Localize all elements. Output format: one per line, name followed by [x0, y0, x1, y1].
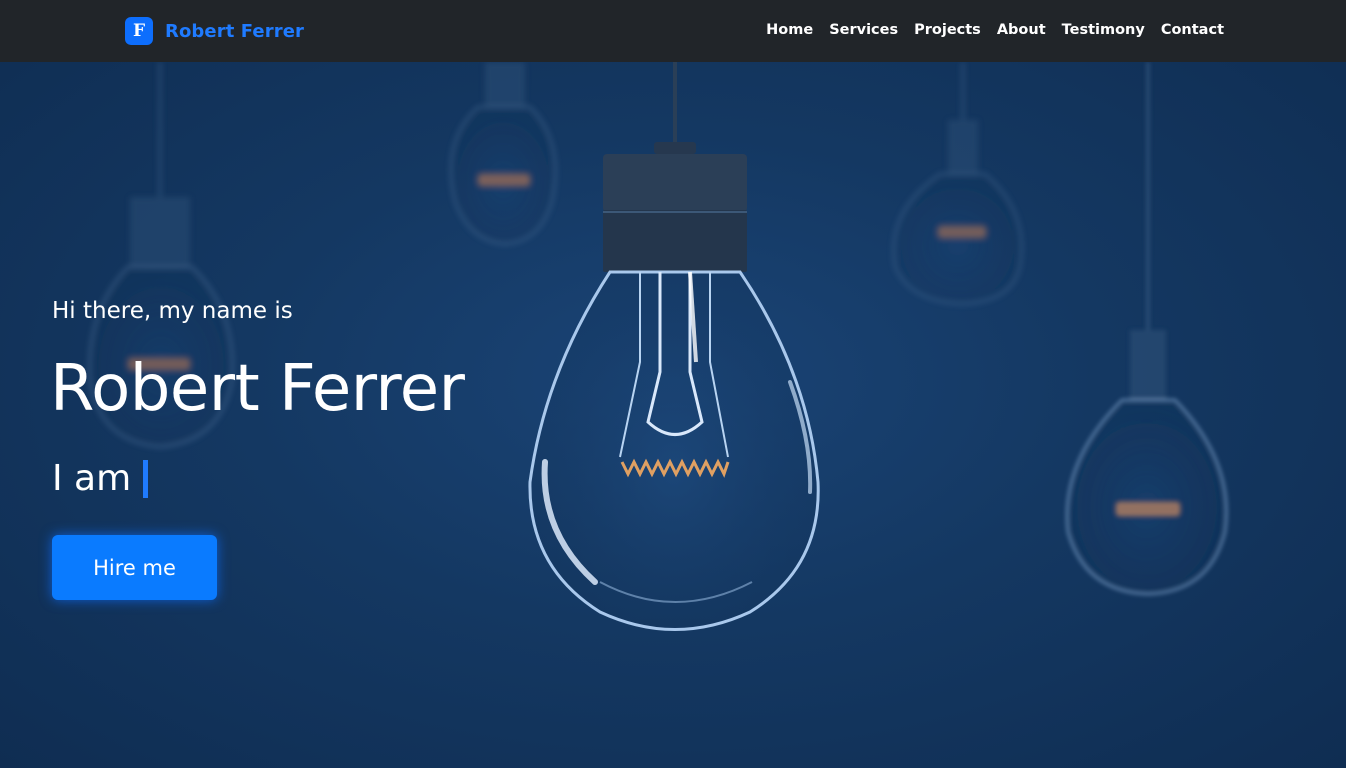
bulb-far-right — [1065, 62, 1228, 596]
bulb-right-blurred — [892, 62, 1023, 306]
brand[interactable]: F Robert Ferrer — [125, 17, 304, 45]
nav-link-projects[interactable]: Projects — [914, 22, 981, 38]
brand-logo-icon[interactable]: F — [125, 17, 153, 45]
nav-link-services[interactable]: Services — [829, 22, 898, 38]
hero-section: Hi there, my name is Robert Ferrer I am … — [0, 62, 1346, 768]
bulb-main — [528, 62, 820, 631]
typing-cursor-icon — [143, 459, 149, 498]
nav-link-testimony[interactable]: Testimony — [1062, 22, 1145, 38]
bulb-top-blurred — [449, 62, 557, 246]
nav-link-home[interactable]: Home — [766, 22, 813, 38]
hero-name: Robert Ferrer — [50, 352, 465, 426]
navbar: F Robert Ferrer Home Services Projects A… — [0, 0, 1346, 62]
hire-me-button[interactable]: Hire me — [52, 535, 217, 600]
nav-link-contact[interactable]: Contact — [1161, 22, 1224, 38]
role-line: I am — [52, 458, 149, 499]
brand-name[interactable]: Robert Ferrer — [165, 21, 304, 42]
nav-link-about[interactable]: About — [997, 22, 1046, 38]
nav-links: Home Services Projects About Testimony C… — [750, 22, 1224, 38]
hero-greeting: Hi there, my name is — [52, 298, 293, 324]
role-prefix: I am — [52, 458, 132, 499]
